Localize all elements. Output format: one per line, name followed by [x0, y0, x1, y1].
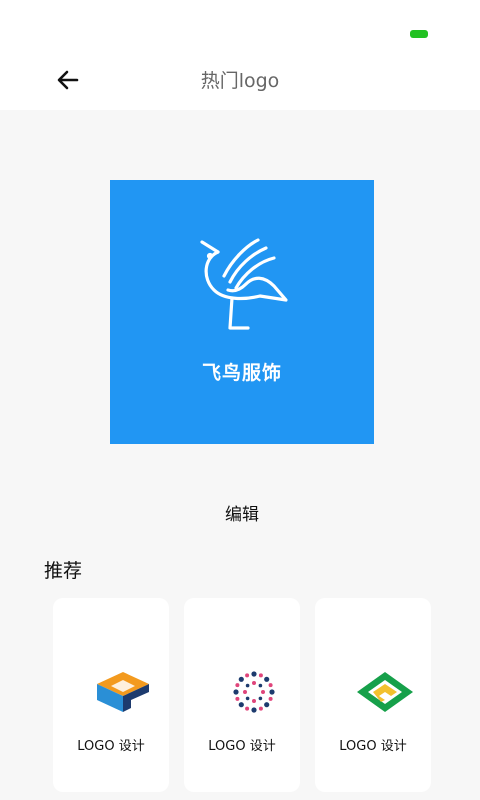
logo-card[interactable]: LOGO 设计	[184, 598, 300, 792]
logo-preview[interactable]: 飞鸟服饰	[110, 180, 374, 444]
card-label: LOGO 设计	[339, 739, 407, 754]
card-label: LOGO 设计	[208, 739, 276, 754]
edit-button[interactable]: 编辑	[200, 500, 284, 530]
cube-c-logo-icon	[97, 672, 149, 712]
status-bar	[0, 0, 480, 56]
page-title: 热门logo	[200, 70, 280, 92]
battery-icon	[410, 30, 428, 38]
bird-icon	[200, 238, 288, 330]
logo-card[interactable]: LOGO 设计	[53, 598, 169, 792]
mandala-logo-icon	[233, 671, 275, 713]
recommend-title: 推荐	[44, 560, 83, 582]
logo-card[interactable]: LOGO 设计	[315, 598, 431, 792]
diamond-logo-icon	[357, 672, 413, 712]
card-label: LOGO 设计	[77, 739, 145, 754]
nav-bar: 热门logo	[0, 56, 480, 110]
brand-name: 飞鸟服饰	[201, 362, 282, 384]
